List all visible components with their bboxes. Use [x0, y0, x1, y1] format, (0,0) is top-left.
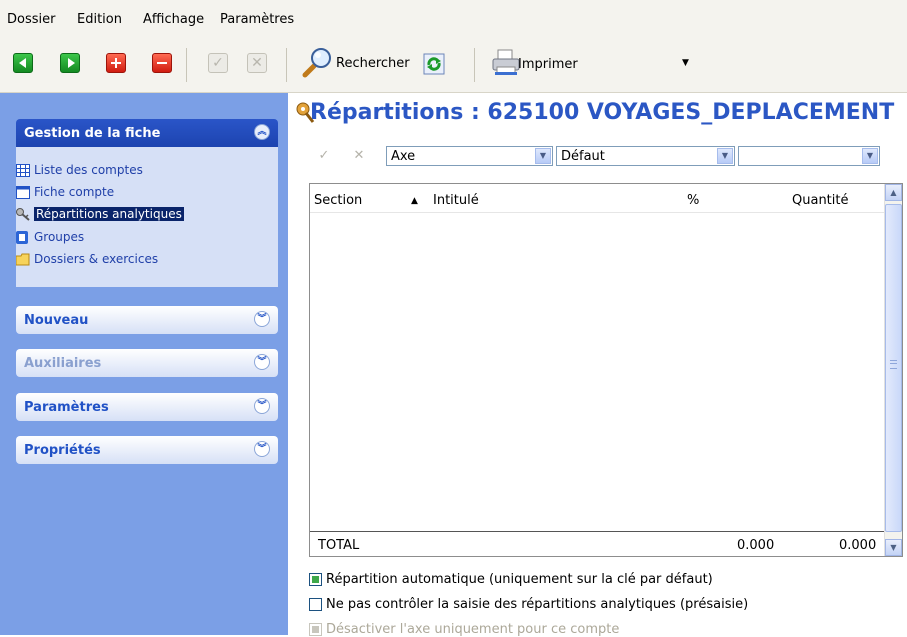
sidebar-item-dossiers[interactable]: Dossiers & exercices: [16, 252, 159, 266]
menu-edition[interactable]: Edition: [77, 12, 122, 27]
axe-select[interactable]: Axe ▼: [386, 146, 553, 166]
sort-ascending-icon: ▲: [411, 196, 418, 206]
chevron-down-icon[interactable]: ▼: [717, 148, 733, 164]
folder-icon: [16, 253, 30, 266]
search-label: Rechercher: [336, 56, 410, 71]
arrow-right-icon: [60, 53, 80, 73]
filter-validate-icon[interactable]: ✓: [316, 148, 332, 164]
scroll-down-icon[interactable]: ▼: [885, 539, 902, 556]
toolbar-separator: [286, 48, 287, 82]
cancel-button[interactable]: ✕: [247, 53, 267, 73]
search-icon: [302, 48, 331, 78]
total-percent: 0.000: [737, 538, 775, 553]
option-label: Ne pas contrôler la saisie des répartiti…: [326, 597, 749, 612]
panel-auxiliaires-header[interactable]: Auxiliaires ︾: [16, 349, 278, 377]
scroll-up-icon[interactable]: ▲: [885, 184, 902, 201]
collapse-icon[interactable]: ︽: [254, 124, 270, 140]
axe-select-value: Axe: [391, 149, 416, 164]
header-divider: [310, 212, 885, 213]
group-icon: [16, 231, 28, 244]
defaut-select-value: Défaut: [561, 149, 605, 164]
repartitions-table[interactable]: Section ▲ Intitulé % Quantité TOTAL 0.00…: [309, 183, 903, 557]
sidebar-item-liste-comptes[interactable]: Liste des comptes: [16, 163, 143, 177]
add-button[interactable]: [106, 53, 126, 73]
total-divider: [310, 531, 885, 532]
total-label: TOTAL: [318, 538, 360, 553]
panel-proprietes-title: Propriétés: [24, 443, 101, 458]
sidebar-item-label: Dossiers & exercices: [34, 252, 159, 266]
column-header-intitule[interactable]: Intitulé: [433, 193, 479, 208]
total-quantite: 0.000: [839, 538, 877, 553]
print-label: Imprimer: [518, 57, 578, 72]
search-button[interactable]: Rechercher: [300, 46, 418, 80]
panel-auxiliaires-title: Auxiliaires: [24, 356, 102, 371]
column-header-percent[interactable]: %: [687, 193, 699, 208]
menu-parametres[interactable]: Paramètres: [220, 12, 294, 27]
table-icon: [16, 164, 30, 177]
panel-proprietes-header[interactable]: Propriétés ︾: [16, 436, 278, 464]
expand-icon[interactable]: ︾: [254, 354, 270, 370]
panel-gestion-header[interactable]: Gestion de la fiche ︽: [16, 119, 278, 147]
validate-button[interactable]: ✓: [208, 53, 228, 73]
expand-icon[interactable]: ︾: [254, 398, 270, 414]
scroll-thumb[interactable]: [885, 204, 902, 532]
cross-icon: ✕: [247, 53, 267, 73]
delete-button[interactable]: [152, 53, 172, 73]
menu-bar: Dossier Edition Affichage Paramètres: [0, 0, 907, 36]
panel-gestion-body: Liste des comptes Fiche compte Répartiti…: [16, 147, 278, 287]
key-icon: [16, 208, 30, 221]
checkbox-checked[interactable]: [309, 573, 322, 586]
refresh-button[interactable]: [423, 53, 445, 75]
sidebar-item-repartitions[interactable]: Répartitions analytiques: [16, 207, 184, 221]
menu-affichage[interactable]: Affichage: [143, 12, 204, 27]
check-icon: ✓: [208, 53, 228, 73]
option-label: Répartition automatique (uniquement sur …: [326, 572, 713, 587]
panel-nouveau-title: Nouveau: [24, 313, 89, 328]
checkbox-unchecked[interactable]: [309, 598, 322, 611]
vertical-scrollbar[interactable]: ▲ ▼: [884, 184, 902, 556]
plus-icon: [106, 53, 126, 73]
arrow-left-icon: [13, 53, 33, 73]
next-button[interactable]: [60, 53, 80, 73]
chevron-down-icon[interactable]: ▼: [535, 148, 551, 164]
sidebar-item-fiche-compte[interactable]: Fiche compte: [16, 185, 115, 199]
dropdown-arrow-icon[interactable]: ▼: [682, 58, 689, 68]
panel-nouveau-header[interactable]: Nouveau ︾: [16, 306, 278, 334]
sidebar-item-label: Groupes: [34, 230, 85, 244]
expand-icon[interactable]: ︾: [254, 311, 270, 327]
page-title: Répartitions : 625100 VOYAGES_DEPLACEMEN…: [310, 100, 895, 125]
sidebar-item-groupes[interactable]: Groupes: [16, 230, 85, 244]
sidebar-item-label: Répartitions analytiques: [34, 207, 184, 221]
print-button[interactable]: Imprimer ▼: [490, 48, 689, 80]
panel-parametres-header[interactable]: Paramètres ︾: [16, 393, 278, 421]
toolbar-separator: [474, 48, 475, 82]
menu-dossier[interactable]: Dossier: [7, 12, 55, 27]
expand-icon[interactable]: ︾: [254, 441, 270, 457]
column-header-section[interactable]: Section: [314, 193, 362, 208]
checkbox-disabled: [309, 623, 322, 636]
refresh-icon: [423, 53, 445, 75]
third-select[interactable]: ▼: [738, 146, 880, 166]
chevron-down-icon[interactable]: ▼: [862, 148, 878, 164]
defaut-select[interactable]: Défaut ▼: [556, 146, 735, 166]
previous-button[interactable]: [13, 53, 33, 73]
panel-parametres-title: Paramètres: [24, 400, 109, 415]
panel-gestion-title: Gestion de la fiche: [24, 126, 161, 141]
toolbar-separator: [186, 48, 187, 82]
sidebar-item-label: Fiche compte: [34, 185, 115, 199]
form-icon: [16, 186, 30, 199]
sidebar-item-label: Liste des comptes: [34, 163, 143, 177]
toolbar: ✓ ✕ Rechercher Imprimer ▼: [0, 36, 907, 93]
column-header-quantite[interactable]: Quantité: [792, 193, 848, 208]
filter-cancel-icon[interactable]: ✕: [351, 148, 367, 164]
minus-icon: [152, 53, 172, 73]
